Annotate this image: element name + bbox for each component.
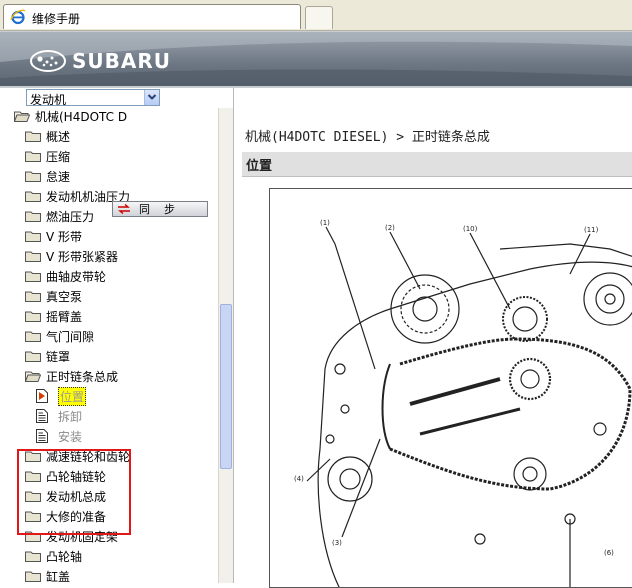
new-tab-button[interactable] bbox=[305, 6, 333, 29]
pleiades-emblem-icon bbox=[30, 50, 66, 72]
folder-icon bbox=[25, 350, 41, 362]
folder-icon bbox=[25, 130, 41, 142]
folder-icon bbox=[25, 170, 41, 182]
svg-text:(10): (10) bbox=[463, 225, 478, 233]
ie-icon bbox=[10, 9, 26, 25]
svg-text:(6): (6) bbox=[604, 549, 614, 557]
tree-page-item[interactable]: 拆卸 bbox=[36, 406, 82, 426]
tree-folder-item[interactable]: 正时链条总成 bbox=[25, 366, 118, 386]
tree-item-label: V 形带张紧器 bbox=[46, 249, 119, 264]
tree-item-label: 链罩 bbox=[46, 349, 71, 364]
folder-icon bbox=[25, 210, 41, 222]
tree-item-label: 曲轴皮带轮 bbox=[46, 269, 107, 284]
tree-item-label: 概述 bbox=[46, 129, 71, 144]
tree-folder-item[interactable]: 曲轴皮带轮 bbox=[25, 266, 106, 286]
section-header: 位置 bbox=[242, 152, 632, 177]
chevron-down-icon[interactable] bbox=[144, 90, 159, 105]
figure-callouts: (1) (2) (10) (11) (4) (3) (6) bbox=[294, 219, 614, 557]
folder-icon bbox=[25, 330, 41, 342]
folder-icon bbox=[25, 550, 41, 562]
tree-folder-item[interactable]: 摇臂盖 bbox=[25, 306, 82, 326]
tree-item-label: 凸轮轴 bbox=[46, 549, 83, 564]
folder-open-icon bbox=[14, 110, 30, 122]
tree-item-label: 气门间隙 bbox=[46, 329, 95, 344]
content-pane: 机械(H4DOTC DIESEL) > 正时链条总成 位置 (1) (2) (1… bbox=[234, 88, 632, 588]
engine-illustration: (1) (2) (10) (11) (4) (3) (6) bbox=[294, 219, 632, 587]
folder-icon bbox=[25, 230, 41, 242]
scrollbar-thumb[interactable] bbox=[220, 304, 232, 469]
sidebar: 发动机 机械(H4DOTC D 概述 压缩 怠速 发动机机油压力 燃油压力 V 形带 V 形带… bbox=[0, 88, 234, 583]
tree-folder-item[interactable]: 怠速 bbox=[25, 166, 70, 186]
folder-icon bbox=[25, 270, 41, 282]
highlight-box bbox=[17, 449, 131, 535]
tree-folder-item[interactable]: 凸轮轴 bbox=[25, 546, 82, 566]
tree-page-item[interactable]: 安装 bbox=[36, 426, 82, 446]
tree-item-label: 机械(H4DOTC D bbox=[35, 109, 128, 124]
tree-folder-item[interactable]: 燃油压力 bbox=[25, 206, 94, 226]
svg-text:(11): (11) bbox=[584, 226, 599, 234]
folder-icon bbox=[25, 190, 41, 202]
section-title: 位置 bbox=[246, 159, 273, 174]
sync-label: 同步 bbox=[139, 203, 189, 216]
tree-item-label: 正时链条总成 bbox=[46, 369, 119, 384]
breadcrumb: 机械(H4DOTC DIESEL) > 正时链条总成 bbox=[245, 130, 490, 145]
tree-item-label: 拆卸 bbox=[58, 409, 83, 424]
folder-open-icon bbox=[25, 370, 41, 382]
tree-folder-item[interactable]: 压缩 bbox=[25, 146, 70, 166]
tree-folder-item[interactable]: V 形带张紧器 bbox=[25, 246, 118, 266]
tab-title: 维修手册 bbox=[32, 12, 81, 26]
current-page-icon bbox=[36, 389, 48, 403]
sync-button[interactable]: 同步 bbox=[112, 201, 208, 217]
tree-item-label: 缸盖 bbox=[46, 569, 71, 584]
tree-folder-item[interactable]: 机械(H4DOTC D bbox=[14, 108, 127, 126]
folder-icon bbox=[25, 310, 41, 322]
tree-item-label: 摇臂盖 bbox=[46, 309, 83, 324]
sidebar-scrollbar[interactable] bbox=[218, 108, 233, 583]
tree-folder-item[interactable]: 缸盖 bbox=[25, 566, 70, 583]
tree-item-label: 位置 bbox=[58, 386, 87, 406]
svg-text:(3): (3) bbox=[332, 539, 342, 547]
tree-item-label: V 形带 bbox=[46, 229, 83, 244]
tree-item-label: 安装 bbox=[58, 429, 83, 444]
tree-item-label: 燃油压力 bbox=[46, 209, 95, 224]
document-icon bbox=[36, 429, 48, 443]
tree-item-label: 怠速 bbox=[46, 169, 71, 184]
tree-folder-item[interactable]: 概述 bbox=[25, 126, 70, 146]
svg-text:(4): (4) bbox=[294, 475, 304, 483]
category-dropdown[interactable]: 发动机 bbox=[26, 89, 160, 107]
folder-icon bbox=[25, 150, 41, 162]
tree-item-label: 压缩 bbox=[46, 149, 71, 164]
svg-text:(1): (1) bbox=[320, 219, 330, 227]
tab-service-manual[interactable]: 维修手册 bbox=[3, 4, 301, 29]
engine-timing-chain-diagram: (1) (2) (10) (11) (4) (3) (6) bbox=[269, 188, 632, 588]
header-banner: SUBARU bbox=[0, 31, 632, 87]
document-icon bbox=[36, 409, 48, 423]
tree-item-label: 真空泵 bbox=[46, 289, 83, 304]
browser-tab-strip: 维修手册 bbox=[0, 0, 632, 31]
tree-folder-item[interactable]: 真空泵 bbox=[25, 286, 82, 306]
folder-icon bbox=[25, 250, 41, 262]
tree-page-item[interactable]: 位置 bbox=[36, 386, 87, 406]
sync-arrows-icon bbox=[118, 204, 130, 214]
tree-folder-item[interactable]: 气门间隙 bbox=[25, 326, 94, 346]
svg-text:(2): (2) bbox=[385, 224, 395, 232]
folder-icon bbox=[25, 570, 41, 582]
tree-folder-item[interactable]: V 形带 bbox=[25, 226, 82, 246]
folder-icon bbox=[25, 290, 41, 302]
dropdown-value: 发动机 bbox=[30, 93, 67, 107]
tree-folder-item[interactable]: 链罩 bbox=[25, 346, 70, 366]
brand-wordmark: SUBARU bbox=[72, 49, 172, 73]
subaru-logo: SUBARU bbox=[30, 49, 171, 73]
